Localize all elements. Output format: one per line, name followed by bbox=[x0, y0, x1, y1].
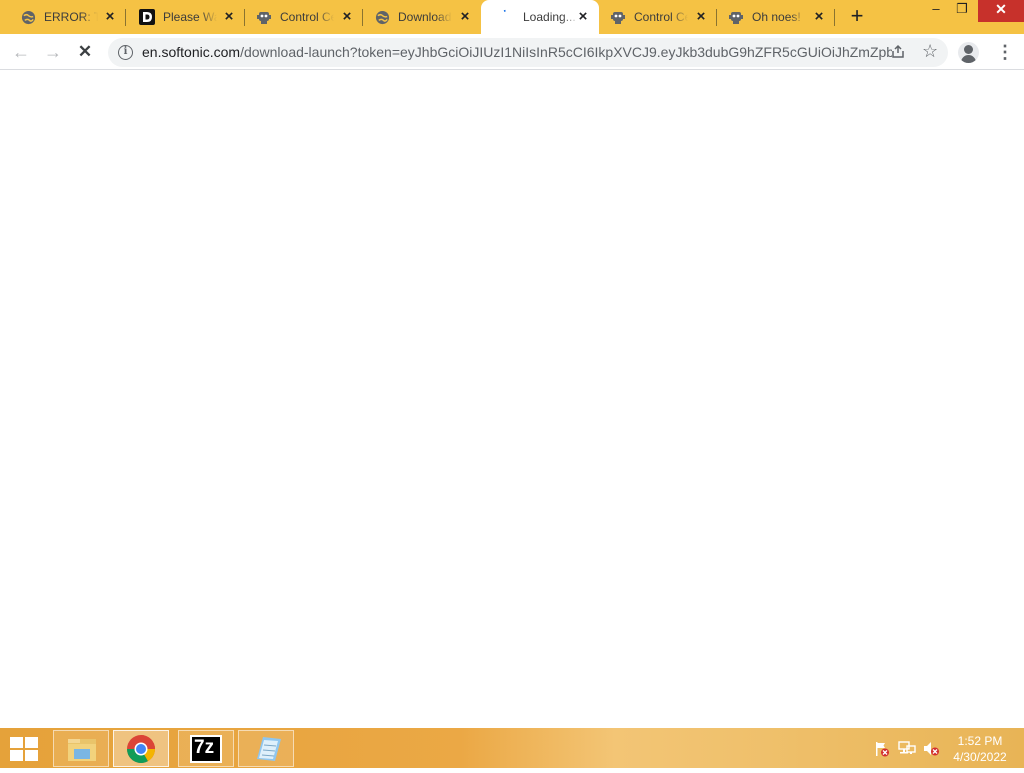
robot-icon bbox=[256, 9, 272, 25]
address-bar[interactable]: i en.softonic.com/download-launch?token=… bbox=[108, 38, 948, 67]
stop-loading-button[interactable]: ✕ bbox=[72, 39, 98, 65]
tab-download[interactable]: Download × bbox=[363, 0, 481, 34]
share-icon[interactable] bbox=[890, 44, 906, 63]
7zip-label: 7z bbox=[194, 737, 215, 758]
globe-icon bbox=[20, 9, 36, 25]
url-text[interactable]: en.softonic.com/download-launch?token=ey… bbox=[142, 44, 892, 60]
tab-oh-noes[interactable]: Oh noes! × bbox=[717, 0, 835, 34]
globe-icon bbox=[374, 9, 390, 25]
back-button[interactable]: ← bbox=[8, 39, 34, 65]
tab-title: Please Wait bbox=[163, 10, 217, 24]
tab-title: Control Center bbox=[280, 10, 334, 24]
action-center-flag-icon[interactable] bbox=[874, 741, 890, 762]
tab-title: Control Center bbox=[634, 10, 688, 24]
profile-avatar-icon[interactable] bbox=[958, 42, 979, 63]
tab-control-center[interactable]: Control Center × bbox=[245, 0, 363, 34]
start-button[interactable] bbox=[8, 736, 40, 762]
tab-close-button[interactable]: × bbox=[102, 9, 118, 25]
volume-muted-icon[interactable] bbox=[922, 740, 940, 762]
tab-close-button[interactable]: × bbox=[457, 9, 473, 25]
clock-time: 1:52 PM bbox=[957, 734, 1003, 748]
d-logo-icon bbox=[139, 9, 155, 25]
tab-title: Oh noes! bbox=[752, 10, 801, 24]
robot-icon bbox=[610, 9, 626, 25]
loading-spinner-icon bbox=[499, 9, 515, 25]
clock-date: 4/30/2022 bbox=[953, 750, 1007, 764]
tab-close-button[interactable]: × bbox=[221, 9, 237, 25]
tab-please-wait[interactable]: Please Wait × bbox=[127, 0, 245, 34]
bookmark-star-icon[interactable]: ☆ bbox=[922, 41, 938, 62]
robot-icon bbox=[728, 9, 744, 25]
avatar-body bbox=[961, 55, 976, 63]
avatar-head bbox=[964, 45, 973, 54]
tab-close-button[interactable]: × bbox=[811, 9, 827, 25]
tab-title: ERROR: The bbox=[44, 10, 98, 24]
page-content bbox=[0, 71, 1024, 728]
tab-title: Download bbox=[398, 10, 452, 24]
chrome-menu-button[interactable]: ⋮ bbox=[996, 42, 1014, 62]
system-clock[interactable]: 1:52 PM 4/30/2022 bbox=[944, 733, 1016, 765]
file-explorer-icon[interactable] bbox=[53, 730, 109, 767]
new-tab-button[interactable]: + bbox=[845, 5, 869, 29]
tab-separator bbox=[834, 9, 835, 26]
url-host: en.softonic.com bbox=[142, 44, 241, 60]
tab-error[interactable]: ERROR: The × bbox=[0, 0, 126, 34]
windows-taskbar: 7z 1:52 PM 4/30/2022 bbox=[0, 728, 1024, 768]
tab-close-button[interactable]: × bbox=[693, 9, 709, 25]
url-path: /download-launch?token=eyJhbGciOiJIUzI1N… bbox=[240, 44, 892, 60]
network-icon[interactable] bbox=[898, 740, 916, 762]
tab-strip: ERROR: The × Please Wait × Control Cente… bbox=[0, 0, 1024, 34]
notepad-icon[interactable] bbox=[238, 730, 294, 767]
7zip-icon[interactable]: 7z bbox=[178, 730, 234, 767]
tab-title: Loading... bbox=[523, 10, 576, 24]
tab-close-button[interactable]: × bbox=[575, 9, 591, 25]
browser-toolbar: ← → ✕ i en.softonic.com/download-launch?… bbox=[0, 34, 1024, 70]
tab-control-center-2[interactable]: Control Center × bbox=[599, 0, 717, 34]
restore-button[interactable]: ❐ bbox=[946, 0, 978, 22]
windows-logo-icon bbox=[10, 737, 23, 748]
forward-button[interactable]: → bbox=[40, 39, 66, 65]
site-info-icon[interactable]: i bbox=[118, 45, 133, 60]
tab-loading[interactable]: Loading... × bbox=[481, 0, 599, 34]
chrome-icon[interactable] bbox=[113, 730, 169, 767]
tab-separator bbox=[125, 9, 126, 26]
window-close-button[interactable]: ✕ bbox=[978, 0, 1024, 22]
tab-close-button[interactable]: × bbox=[339, 9, 355, 25]
